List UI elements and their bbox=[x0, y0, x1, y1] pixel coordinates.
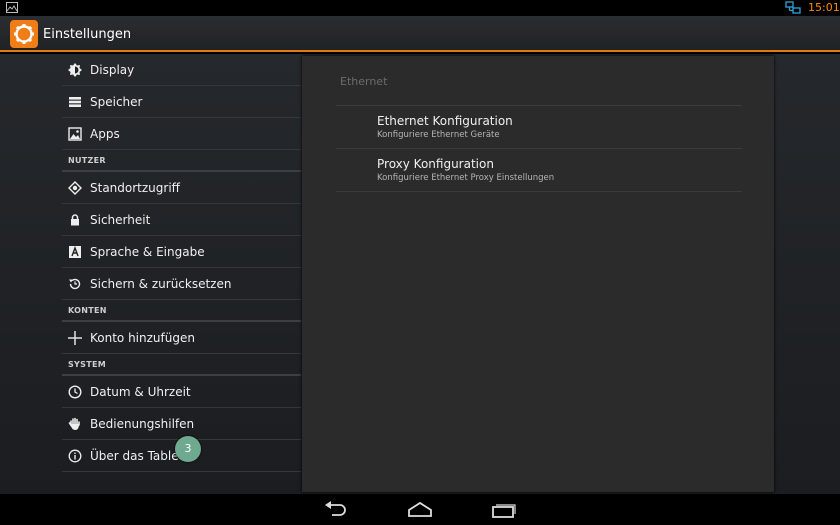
section-title: SYSTEM bbox=[68, 360, 106, 369]
sidebar-item-label: Display bbox=[90, 63, 135, 77]
step-badge: 3 bbox=[175, 436, 201, 462]
sidebar-item-accessibility[interactable]: Bedienungshilfen bbox=[62, 408, 301, 440]
sidebar-item-security[interactable]: Sicherheit bbox=[62, 204, 301, 236]
sidebar-item-label: Sichern & zurücksetzen bbox=[90, 277, 232, 291]
storage-icon bbox=[69, 97, 81, 107]
brightness-icon bbox=[68, 63, 82, 77]
lock-icon bbox=[71, 214, 79, 226]
sidebar-item-label: Konto hinzufügen bbox=[90, 331, 195, 345]
recent-apps-icon[interactable] bbox=[491, 501, 517, 519]
sidebar-item-add-account[interactable]: Konto hinzufügen bbox=[62, 322, 301, 354]
sidebar-item-storage[interactable]: Speicher bbox=[62, 86, 301, 118]
pref-summary: Konfiguriere Ethernet Geräte bbox=[377, 130, 500, 140]
settings-content: Display Speicher Apps NUTZER Standortzug… bbox=[0, 54, 840, 494]
sidebar-item-apps[interactable]: Apps bbox=[62, 118, 301, 150]
pref-title: Ethernet Konfiguration bbox=[377, 114, 513, 128]
sidebar-item-date-time[interactable]: Datum & Uhrzeit bbox=[62, 376, 301, 408]
panel-title: Ethernet bbox=[340, 75, 388, 88]
navigation-bar bbox=[0, 494, 840, 525]
section-header-user: NUTZER bbox=[62, 150, 301, 172]
pref-title: Proxy Konfiguration bbox=[377, 157, 494, 171]
language-icon bbox=[69, 246, 81, 258]
section-header-system: SYSTEM bbox=[62, 354, 301, 376]
sidebar-item-label: Datum & Uhrzeit bbox=[90, 385, 191, 399]
location-icon bbox=[68, 181, 82, 195]
sidebar-item-location[interactable]: Standortzugriff bbox=[62, 172, 301, 204]
clock-time: 15:01 bbox=[808, 1, 840, 14]
settings-gear-icon[interactable] bbox=[10, 20, 38, 48]
sidebar-item-display[interactable]: Display bbox=[62, 54, 301, 86]
pref-ethernet-configuration[interactable]: Ethernet Konfiguration Konfiguriere Ethe… bbox=[377, 114, 513, 141]
sidebar-item-backup-reset[interactable]: Sichern & zurücksetzen bbox=[62, 268, 301, 300]
back-icon[interactable] bbox=[323, 501, 349, 519]
gallery-notification-icon bbox=[6, 2, 18, 13]
sidebar-item-label: Standortzugriff bbox=[90, 181, 180, 195]
sidebar-item-label: Über das Tablet bbox=[90, 449, 184, 463]
sidebar-item-label: Bedienungshilfen bbox=[90, 417, 195, 431]
sidebar-item-label: Sicherheit bbox=[90, 213, 151, 227]
restore-icon bbox=[69, 278, 81, 290]
section-title: NUTZER bbox=[68, 156, 106, 165]
home-icon[interactable] bbox=[407, 501, 433, 519]
apps-image-icon bbox=[68, 127, 82, 141]
status-bar: 15:01 bbox=[0, 0, 840, 16]
app-title: Einstellungen bbox=[43, 27, 132, 42]
section-title: KONTEN bbox=[68, 306, 107, 315]
divider bbox=[336, 191, 742, 192]
settings-list: Display Speicher Apps NUTZER Standortzug… bbox=[62, 54, 301, 472]
sidebar-item-language[interactable]: Sprache & Eingabe bbox=[62, 236, 301, 268]
pref-summary: Konfiguriere Ethernet Proxy Einstellunge… bbox=[377, 173, 555, 183]
divider bbox=[336, 105, 742, 106]
sidebar-item-label: Apps bbox=[90, 127, 120, 141]
ethernet-panel: Ethernet Ethernet Konfiguration Konfigur… bbox=[302, 56, 774, 492]
hand-icon bbox=[68, 417, 80, 430]
pref-proxy-configuration[interactable]: Proxy Konfiguration Konfiguriere Etherne… bbox=[377, 157, 554, 184]
section-header-accounts: KONTEN bbox=[62, 300, 301, 322]
info-icon bbox=[68, 449, 82, 463]
plus-icon bbox=[68, 331, 82, 345]
divider bbox=[336, 148, 742, 149]
clock-icon bbox=[68, 385, 82, 399]
sidebar-item-label: Sprache & Eingabe bbox=[90, 245, 205, 259]
sidebar-item-label: Speicher bbox=[90, 95, 143, 109]
ethernet-icon bbox=[785, 1, 801, 14]
action-bar: Einstellungen bbox=[0, 16, 840, 52]
